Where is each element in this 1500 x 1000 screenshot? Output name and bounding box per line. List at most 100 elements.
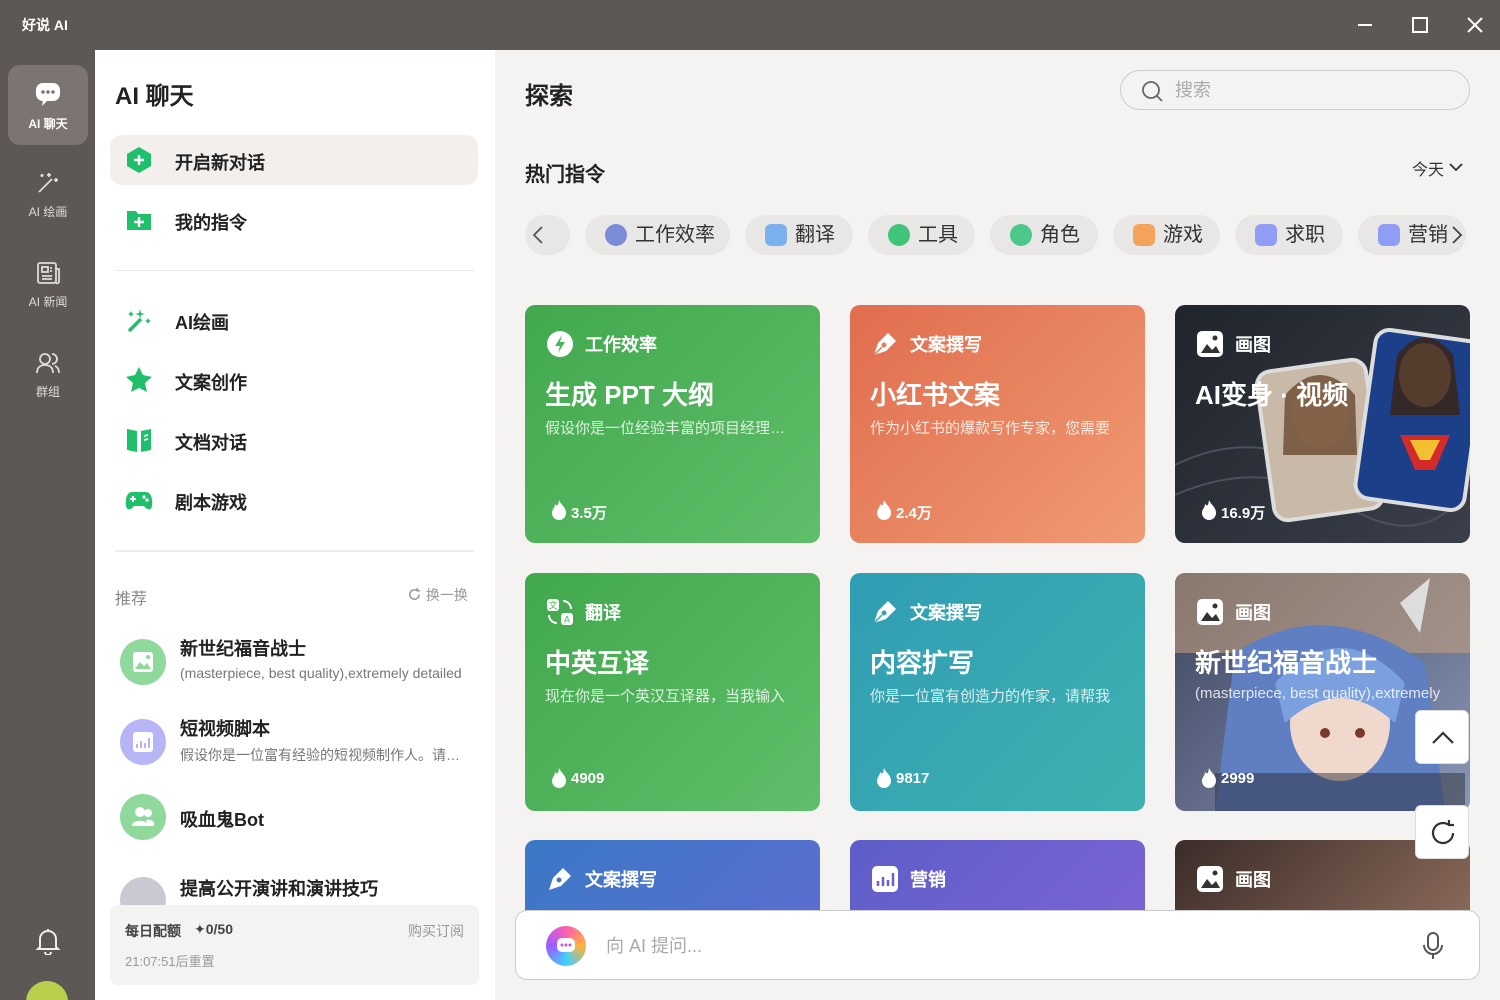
recommend-item[interactable]: 新世纪福音战士 (masterpiece, best quality),extr… <box>110 635 480 705</box>
user-avatar[interactable] <box>26 981 68 1000</box>
chip-label: 工作效率 <box>635 224 715 246</box>
pen-icon <box>873 601 896 624</box>
rail-item-ai-chat[interactable]: AI 聊天 <box>8 65 88 145</box>
card-category: 文案撰写 <box>910 335 982 355</box>
tool-ai-draw[interactable]: AI绘画 <box>110 295 478 345</box>
fire-icon <box>1202 500 1216 520</box>
svg-text:A: A <box>564 616 571 626</box>
image-icon <box>1197 599 1223 625</box>
rail-label: AI 新闻 <box>28 295 68 309</box>
chip-tools[interactable]: 工具 <box>868 215 975 255</box>
users-icon <box>1010 224 1032 246</box>
buy-subscription-link[interactable]: 购买订阅 <box>408 921 464 941</box>
maximize-button[interactable] <box>1407 12 1433 38</box>
rail-item-groups[interactable]: 群组 <box>8 335 88 415</box>
chart-icon <box>872 866 898 892</box>
fire-icon <box>877 500 891 520</box>
recommend-item[interactable]: 提高公开演讲和演讲技巧 <box>110 875 480 905</box>
chat-input[interactable] <box>606 931 1386 961</box>
chip-roles[interactable]: 角色 <box>990 215 1098 255</box>
rail-item-ai-news[interactable]: AI 新闻 <box>8 245 88 325</box>
card-desc: (masterpiece, best quality),extremely <box>1195 685 1441 702</box>
menu-label: 文档对话 <box>175 433 247 453</box>
card-title: 生成 PPT 大纲 <box>545 380 715 410</box>
my-prompts-button[interactable]: 我的指令 <box>110 195 478 245</box>
fire-icon <box>552 500 566 520</box>
scroll-left-button[interactable] <box>525 215 570 255</box>
fire-icon <box>877 768 891 788</box>
recommend-avatar <box>120 719 166 765</box>
image-icon <box>133 652 153 672</box>
recommend-title: 推荐 <box>115 591 148 608</box>
chip-label: 游戏 <box>1163 224 1203 246</box>
notification-button[interactable] <box>35 927 61 960</box>
card-title: 内容扩写 <box>870 648 975 678</box>
gamepad-icon <box>1133 224 1155 246</box>
title-bar: 好说 AI <box>0 0 1500 50</box>
scroll-top-button[interactable] <box>1415 710 1469 764</box>
chip-label: 工具 <box>918 224 958 246</box>
card-category: 文案撰写 <box>910 603 982 623</box>
search-input[interactable] <box>1175 77 1455 103</box>
scroll-right-button[interactable] <box>1442 215 1470 255</box>
rail-item-ai-draw[interactable]: AI 绘画 <box>8 155 88 235</box>
rail-label: AI 聊天 <box>28 117 68 131</box>
prompt-card[interactable]: 营销 <box>850 840 1145 920</box>
divider <box>115 550 474 552</box>
close-button[interactable] <box>1462 12 1488 38</box>
recommend-item[interactable]: 短视频脚本 假设你是一位富有经验的短视频制作人。请帮我 <box>110 715 480 785</box>
gamepad-icon <box>125 492 153 510</box>
card-count: 9817 <box>896 770 930 787</box>
tool-script-game[interactable]: 剧本游戏 <box>110 475 478 525</box>
tool-doc-chat[interactable]: 文档对话 <box>110 415 478 465</box>
prompt-card[interactable]: 工作效率 生成 PPT 大纲 假设你是一位经验丰富的项目经理，请帮我生成 3.5… <box>525 305 820 543</box>
translate-icon <box>765 224 787 246</box>
card-category: 营销 <box>910 870 946 890</box>
refresh-icon <box>1431 820 1455 845</box>
chip-label: 翻译 <box>795 224 835 246</box>
rail-label: 群组 <box>35 385 60 399</box>
magic-wand-icon <box>127 309 151 333</box>
period-select[interactable]: 今天 <box>1412 156 1464 180</box>
recommend-name: 提高公开演讲和演讲技巧 <box>180 879 378 899</box>
chip-jobs[interactable]: 求职 <box>1235 215 1343 255</box>
microphone-icon[interactable] <box>1421 931 1445 961</box>
recommend-avatar <box>120 877 166 905</box>
chip-label: 角色 <box>1040 224 1080 246</box>
prompt-card[interactable]: 文案撰写 小红书文案 作为小红书的爆款写作专家，您需要 2.4万 <box>850 305 1145 543</box>
image-icon <box>1197 331 1223 357</box>
prompt-card[interactable]: 文A 翻译 中英互译 现在你是一个英汉互译器，当我输入 4909 <box>525 573 820 811</box>
card-category: 画图 <box>1235 870 1271 890</box>
tool-copywriting[interactable]: 文案创作 <box>110 355 478 405</box>
users-icon <box>36 353 60 374</box>
new-chat-button[interactable]: 开启新对话 <box>110 135 478 185</box>
chip-games[interactable]: 游戏 <box>1113 215 1220 255</box>
menu-label: 文案创作 <box>175 373 247 393</box>
chip-translate[interactable]: 翻译 <box>745 215 853 255</box>
chevron-right-icon <box>1452 226 1463 244</box>
prompt-card[interactable]: 文案撰写 <box>525 840 820 920</box>
image-icon <box>1197 866 1223 892</box>
prompt-card[interactable]: 画图 AI变身 · 视频 16.9万 <box>1175 305 1470 543</box>
refresh-button[interactable] <box>1415 805 1469 859</box>
chip-efficiency[interactable]: 工作效率 <box>585 215 730 255</box>
card-count: 3.5万 <box>571 505 607 522</box>
card-title: 新世纪福音战士 <box>1195 648 1378 678</box>
close-icon <box>1467 17 1483 33</box>
chevron-down-icon <box>1449 163 1464 172</box>
recommend-item[interactable]: 吸血鬼Bot <box>110 794 480 865</box>
job-icon <box>1255 224 1277 246</box>
fire-icon <box>1202 768 1216 788</box>
recommend-avatar <box>120 639 166 685</box>
prompt-card[interactable]: 画图 新世纪福音战士 (masterpiece, best quality),e… <box>1175 573 1470 811</box>
users-icon <box>132 807 155 826</box>
refresh-icon <box>409 587 421 600</box>
prompt-card[interactable]: 文案撰写 内容扩写 你是一位富有创造力的作家，请帮我 9817 <box>850 573 1145 811</box>
search-box[interactable] <box>1120 70 1470 110</box>
minimize-button[interactable] <box>1352 12 1378 38</box>
bell-icon <box>35 929 61 956</box>
card-title: 中英互译 <box>545 648 650 678</box>
plus-icon <box>127 147 151 173</box>
sidebar-title: AI 聊天 <box>115 83 194 110</box>
refresh-recommend-button[interactable]: 换一换 <box>407 585 468 605</box>
